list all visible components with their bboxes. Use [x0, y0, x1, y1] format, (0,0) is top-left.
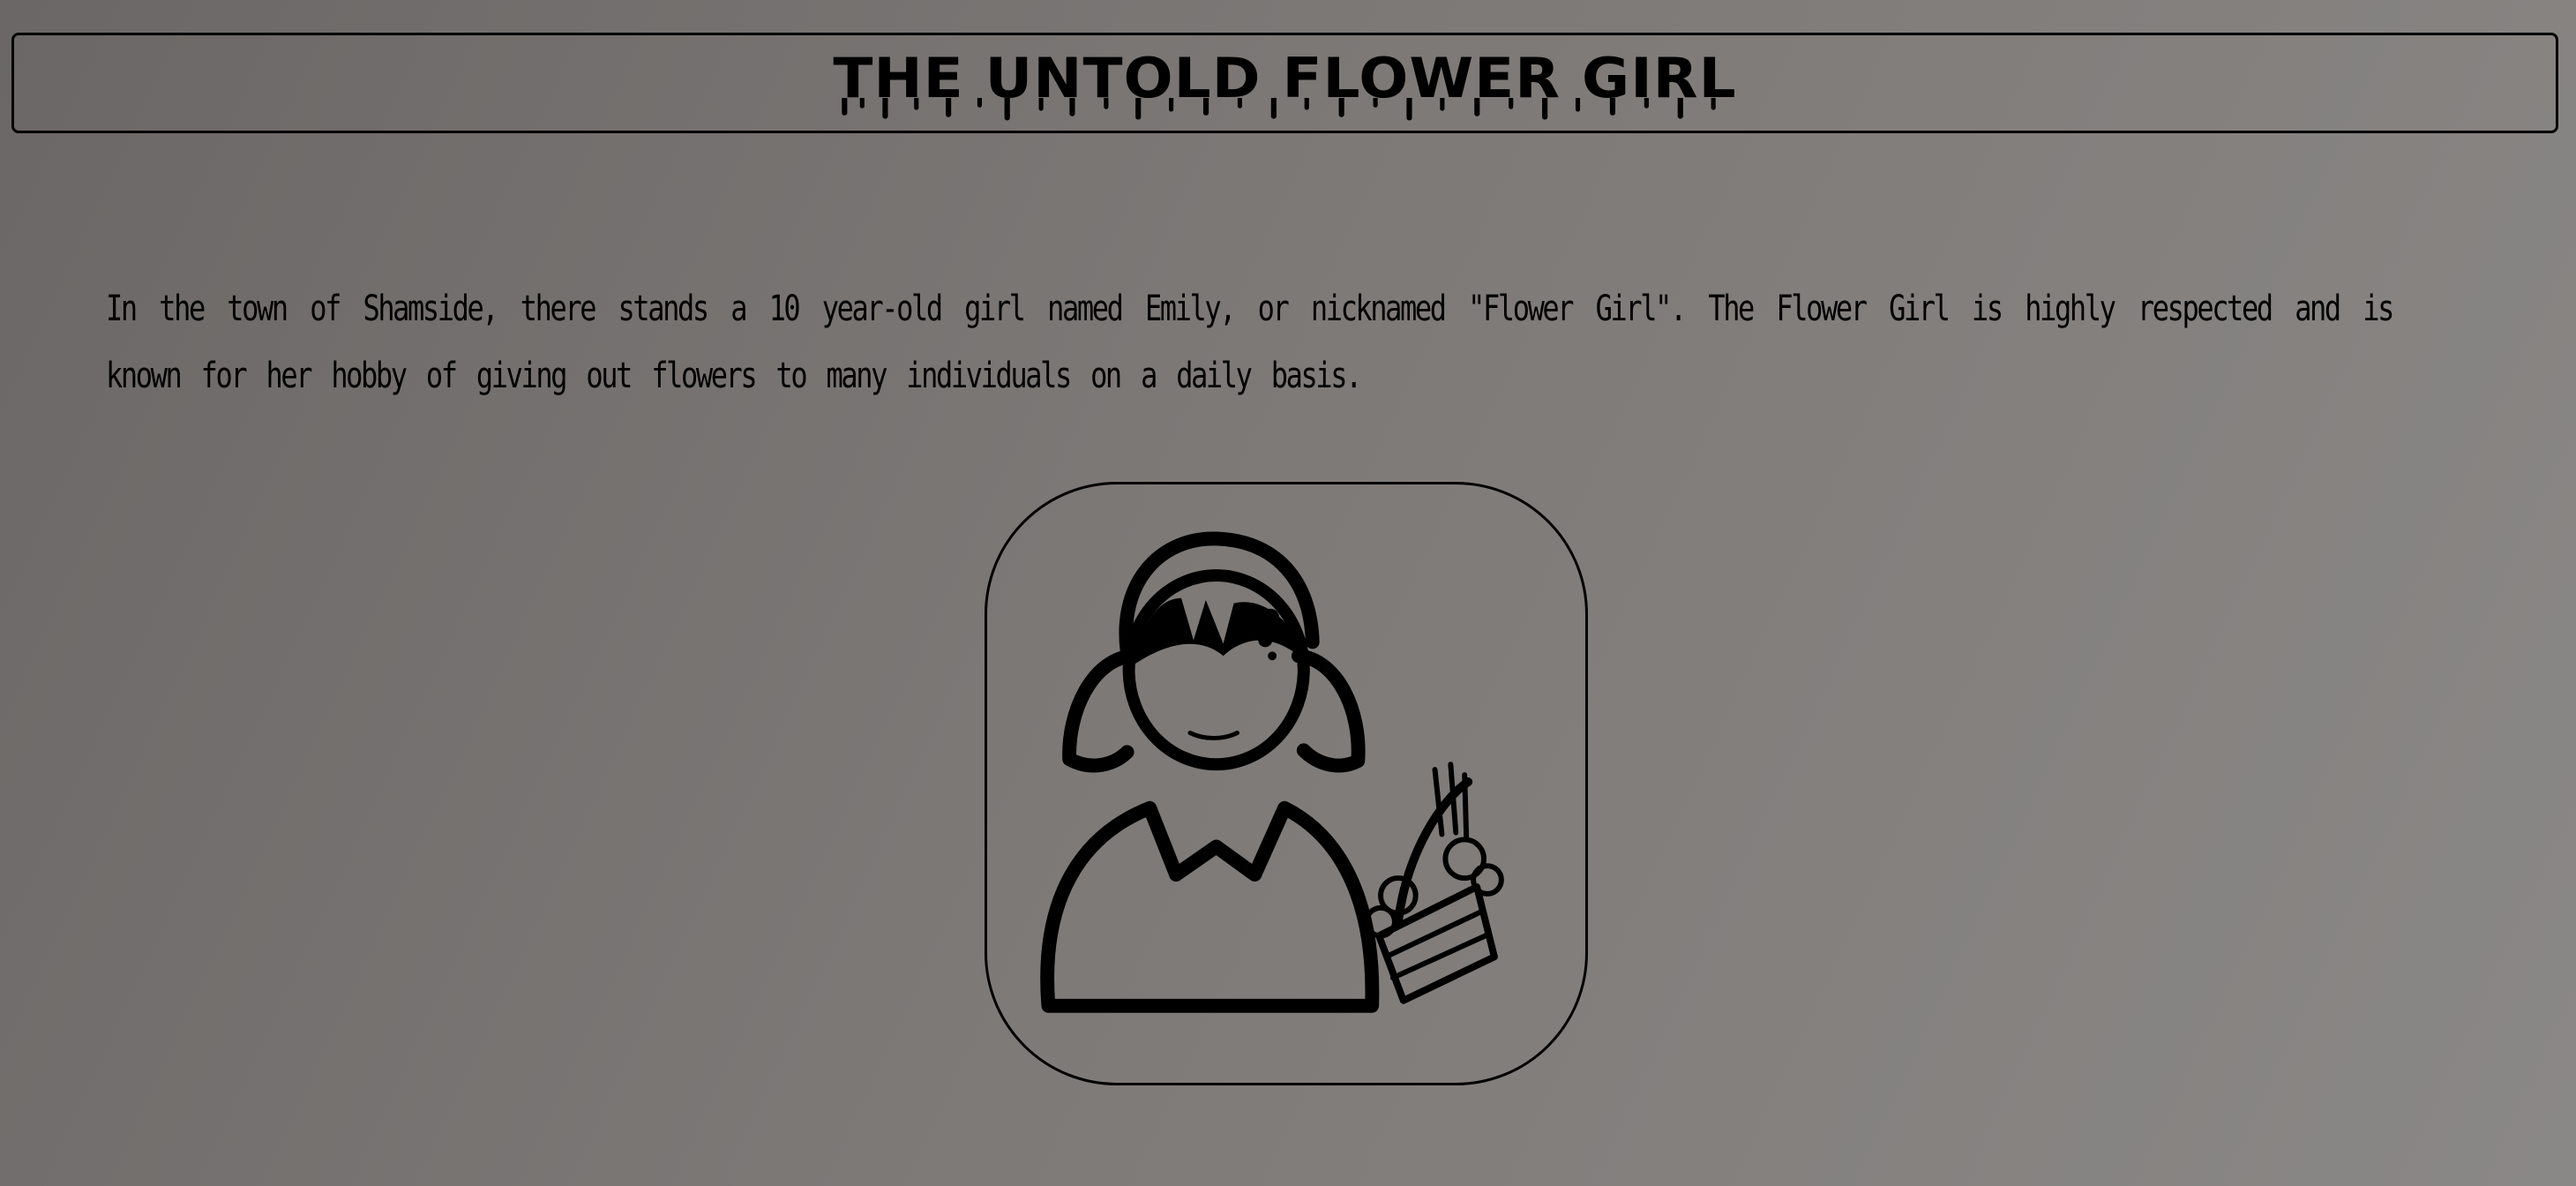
page-title-text: THE UNTOLD FLOWER GIRL	[833, 45, 1737, 111]
title-banner: THE UNTOLD FLOWER GIRL	[11, 33, 2558, 133]
portrait-frame	[985, 482, 1588, 1085]
flower-girl-icon	[1040, 531, 1504, 1013]
page-title: THE UNTOLD FLOWER GIRL	[833, 50, 1736, 121]
story-paragraph: In the town of Shamside, there stands a …	[106, 289, 2394, 396]
